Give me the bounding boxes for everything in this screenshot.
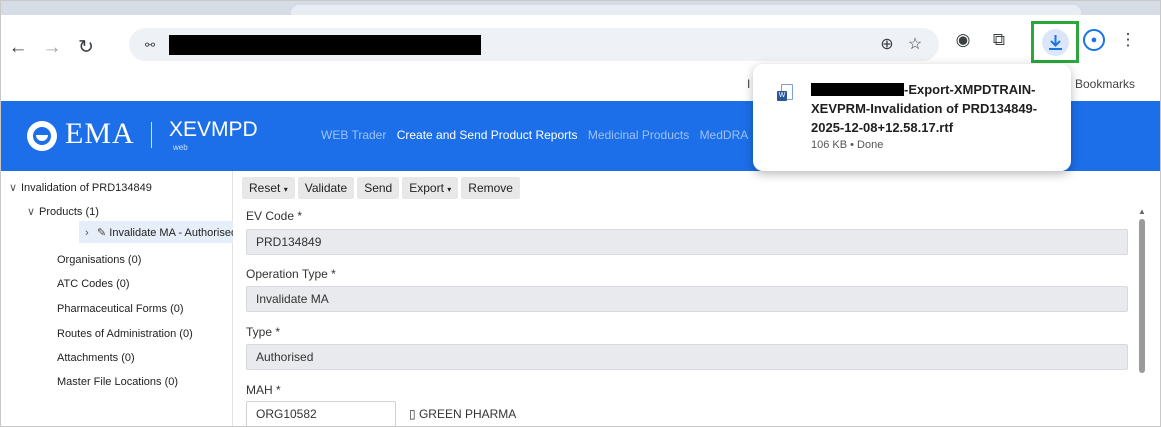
back-button[interactable]: ← [7,37,29,59]
download-icon[interactable] [1042,29,1069,56]
nav-create-send-reports[interactable]: Create and Send Product Reports [397,128,578,142]
chevron-down-icon[interactable]: ∨ [27,205,39,218]
all-bookmarks-label[interactable]: Bookmarks [1075,77,1135,91]
nav-meddra[interactable]: MedDRA [700,128,749,142]
chevron-right-icon[interactable]: › [85,227,97,239]
main-nav: WEB Trader Create and Send Product Repor… [321,128,773,142]
export-button[interactable]: Export ▾ [402,177,459,199]
tab-strip [1,1,1160,15]
tree-organisations[interactable]: Organisations (0) [57,254,141,266]
star-icon[interactable]: ☆ [905,35,925,55]
logo-divider [151,122,152,148]
puzzle-icon[interactable]: ⧉ [987,28,1011,52]
brand-name: EMA [65,117,135,150]
scroll-thumb[interactable] [1139,219,1145,373]
remove-button[interactable]: Remove [461,177,520,199]
tree-selected-product[interactable]: › ✎ Invalidate MA - Authorised [85,226,233,239]
product-form: Reset ▾ Validate Send Export ▾ Remove EV Cod… [233,171,1160,426]
type-field[interactable]: Authorised [246,344,1128,370]
downloads-popup: W -Export-XMPDTRAIN-XEVPRM-Invalidation … [753,64,1071,171]
operation-type-label: Operation Type * [246,267,336,281]
forward-button[interactable]: → [41,37,63,59]
tree-pharmaceutical-forms[interactable]: Pharmaceutical Forms (0) [57,303,184,315]
reload-button[interactable]: ↻ [75,37,97,59]
tree-master-file-locations[interactable]: Master File Locations (0) [57,376,178,388]
product-subtitle: web [173,143,188,152]
product-name: XEVMPD [169,118,258,141]
tune-icon[interactable]: ⚯ [139,34,161,56]
profile-icon[interactable]: ● [1083,29,1105,51]
active-tab[interactable] [291,5,1081,15]
nav-web-trader[interactable]: WEB Trader [321,128,386,142]
ev-code-field[interactable]: PRD134849 [246,229,1128,255]
browser-toolbar: ← → ↻ ⚯ ⊕ ☆ ◉ ⧉ ⋮ [1,15,1160,71]
download-button-highlight[interactable] [1031,21,1079,63]
tree-routes-of-administration[interactable]: Routes of Administration (0) [57,328,193,340]
caret-down-icon: ▾ [283,185,288,194]
send-button[interactable]: Send [357,177,400,199]
operation-type-field[interactable]: Invalidate MA [246,286,1128,312]
pencil-icon: ✎ [97,227,110,239]
type-label: Type * [246,325,281,339]
validate-button[interactable]: Validate [297,177,355,199]
download-item-filename[interactable]: -Export-XMPDTRAIN-XEVPRM-Invalidation of… [811,80,1051,137]
zoom-icon[interactable]: ⊕ [877,35,897,55]
report-tree: ∨ Invalidation of PRD134849 ∨ Products (1)… [1,171,233,426]
mah-label: MAH * [246,383,281,397]
word-document-icon: W [777,84,793,102]
address-bar[interactable]: ⚯ ⊕ ☆ [129,28,939,61]
tree-atc-codes[interactable]: ATC Codes (0) [57,278,130,290]
filename-redacted [811,83,904,96]
tree-products[interactable]: ∨ Products (1) [27,205,99,218]
tree-attachments[interactable]: Attachments (0) [57,352,135,364]
tree-root[interactable]: ∨ Invalidation of PRD134849 [9,181,152,194]
url-redacted [169,35,481,55]
ev-code-label: EV Code * [246,209,303,223]
download-item-status: 106 KB • Done [811,139,884,151]
caret-down-icon: ▾ [447,185,452,194]
scroll-up-icon[interactable]: ▲ [1138,207,1146,217]
kebab-menu-icon[interactable]: ⋮ [1116,28,1140,52]
browser-window: ← → ↻ ⚯ ⊕ ☆ ◉ ⧉ ⋮ ● I Bookmarks EMA XEVM… [0,0,1161,427]
chevron-down-icon[interactable]: ∨ [9,181,21,194]
nav-medicinal-products[interactable]: Medicinal Products [588,128,689,142]
action-bar: Reset ▾ Validate Send Export ▾ Remove [242,177,523,201]
reset-button[interactable]: Reset ▾ [242,177,295,199]
bookmark-fragment[interactable]: I [747,77,750,91]
mah-field[interactable]: ORG10582 [246,401,396,426]
clipboard-icon[interactable]: ▯ [409,407,419,421]
extension-badge-icon[interactable]: ◉ [951,28,975,52]
mah-organisation: ▯ GREEN PHARMA [409,407,517,421]
ema-logo-icon [27,121,57,151]
form-scrollbar[interactable]: ▲ [1138,207,1146,373]
